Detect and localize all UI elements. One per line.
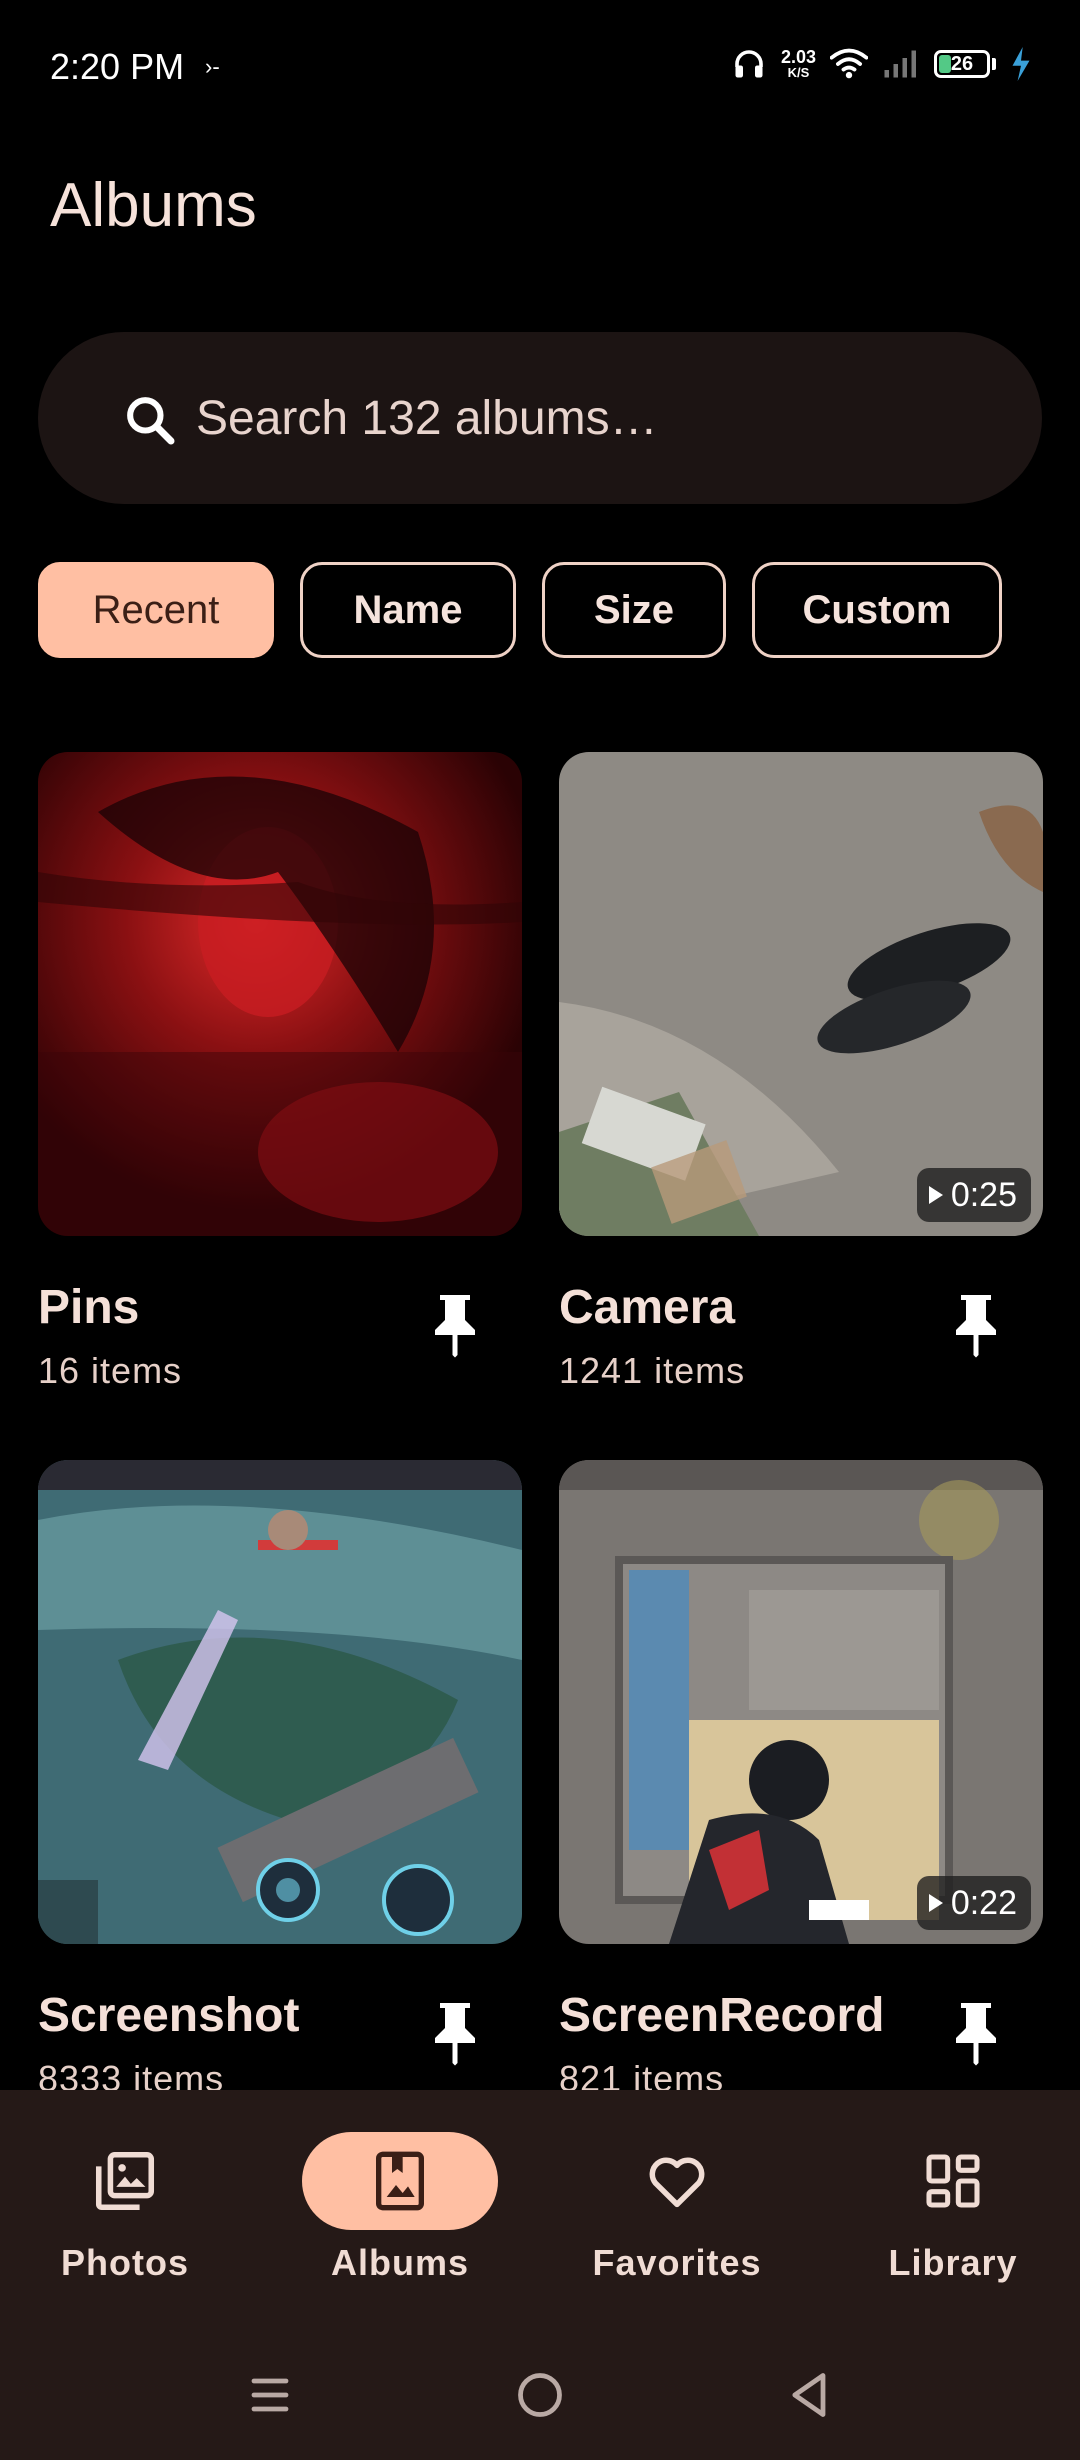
pin-button[interactable] <box>422 1292 488 1358</box>
network-speed-value: 2.03 <box>780 47 816 67</box>
photos-icon <box>95 2151 155 2211</box>
home-button[interactable] <box>495 2350 585 2440</box>
video-duration-badge: 0:22 <box>916 1876 1031 1930</box>
album-thumbnail[interactable] <box>38 1460 522 1944</box>
nav-item-library[interactable]: Library <box>843 2132 1063 2284</box>
network-speed: 2.03 K/S <box>781 48 816 80</box>
search-bar[interactable] <box>38 332 1042 504</box>
sort-chip-name[interactable]: Name <box>300 562 516 658</box>
screenshot-thumbnail <box>38 1460 522 1944</box>
camera-thumbnail <box>559 752 1043 1236</box>
status-bar: 2:20 PM ›- 2.03 K/S 26 <box>0 0 1080 130</box>
back-button[interactable] <box>765 2350 855 2440</box>
library-icon <box>926 2154 980 2208</box>
nav-label: Library <box>888 2242 1018 2283</box>
status-notification-indicator: ›- <box>205 54 220 79</box>
album-name: Camera <box>559 1281 736 1334</box>
play-icon <box>928 1186 943 1204</box>
charging-bolt-icon <box>1012 47 1030 81</box>
nav-icon-container <box>855 2132 1051 2230</box>
status-time: 2:20 PM <box>50 46 185 87</box>
nav-item-albums[interactable]: Albums <box>290 2132 510 2284</box>
play-icon <box>928 1894 943 1912</box>
pin-icon <box>956 2003 996 2066</box>
signal-icon <box>884 50 916 78</box>
nav-icon-container <box>27 2132 223 2230</box>
page-title: Albums <box>50 171 257 240</box>
pin-button[interactable] <box>943 2000 1009 2066</box>
battery-fill <box>939 55 951 73</box>
album-count: 16 items <box>38 1350 183 1391</box>
nav-item-favorites[interactable]: Favorites <box>567 2132 787 2284</box>
album-card[interactable]: Pins 16 items <box>38 752 522 1391</box>
nav-icon-container <box>579 2132 775 2230</box>
status-icons: 2.03 K/S 26 <box>731 46 1032 82</box>
album-card[interactable]: Screenshot 8333 items <box>38 1460 522 2099</box>
battery-indicator: 26 <box>934 50 990 78</box>
album-card[interactable]: 0:22 ScreenRecord 821 items <box>559 1460 1043 2099</box>
headphones-icon <box>735 50 763 78</box>
pin-button[interactable] <box>422 2000 488 2066</box>
back-triangle-icon <box>792 2373 826 2417</box>
pin-icon <box>435 2003 475 2066</box>
pin-icon <box>435 1295 475 1358</box>
nav-icon-container <box>302 2132 498 2230</box>
sort-chip-custom[interactable]: Custom <box>752 562 1002 658</box>
home-circle-icon <box>518 2373 562 2417</box>
pin-button[interactable] <box>943 1292 1009 1358</box>
battery-level: 26 <box>950 52 974 75</box>
search-input[interactable] <box>196 332 1016 504</box>
system-navigation-bar <box>0 2350 1080 2450</box>
nav-label: Photos <box>61 2242 189 2283</box>
album-thumbnail[interactable]: 0:22 <box>559 1460 1043 1944</box>
album-name: Pins <box>38 1281 140 1334</box>
sort-chips: Recent Name Size Custom <box>38 562 1002 658</box>
video-duration: 0:25 <box>950 1175 1017 1214</box>
album-icon <box>376 2151 424 2211</box>
pin-icon <box>956 1295 996 1358</box>
album-card[interactable]: 0:25 Camera 1241 items <box>559 752 1043 1391</box>
sort-chip-size[interactable]: Size <box>542 562 726 658</box>
album-thumbnail[interactable] <box>38 752 522 1236</box>
network-speed-unit: K/S <box>787 65 810 80</box>
battery-cap <box>992 58 996 70</box>
nav-item-photos[interactable]: Photos <box>15 2132 235 2284</box>
nav-label: Favorites <box>592 2242 762 2283</box>
heart-icon <box>649 2157 705 2208</box>
album-thumbnail[interactable]: 0:25 <box>559 752 1043 1236</box>
album-count: 1241 items <box>559 1350 746 1391</box>
album-name: ScreenRecord <box>559 1989 885 2042</box>
nav-label: Albums <box>330 2242 469 2283</box>
screenrecord-thumbnail <box>559 1460 1043 1944</box>
menu-icon <box>251 2378 289 2412</box>
red-portrait-thumbnail <box>38 752 522 1236</box>
video-duration-badge: 0:25 <box>916 1168 1031 1222</box>
search-icon <box>127 397 175 445</box>
recents-button[interactable] <box>225 2350 315 2440</box>
wifi-icon <box>830 48 868 79</box>
album-name: Screenshot <box>38 1989 300 2042</box>
video-duration: 0:22 <box>950 1883 1017 1922</box>
sort-chip-recent[interactable]: Recent <box>38 562 274 658</box>
